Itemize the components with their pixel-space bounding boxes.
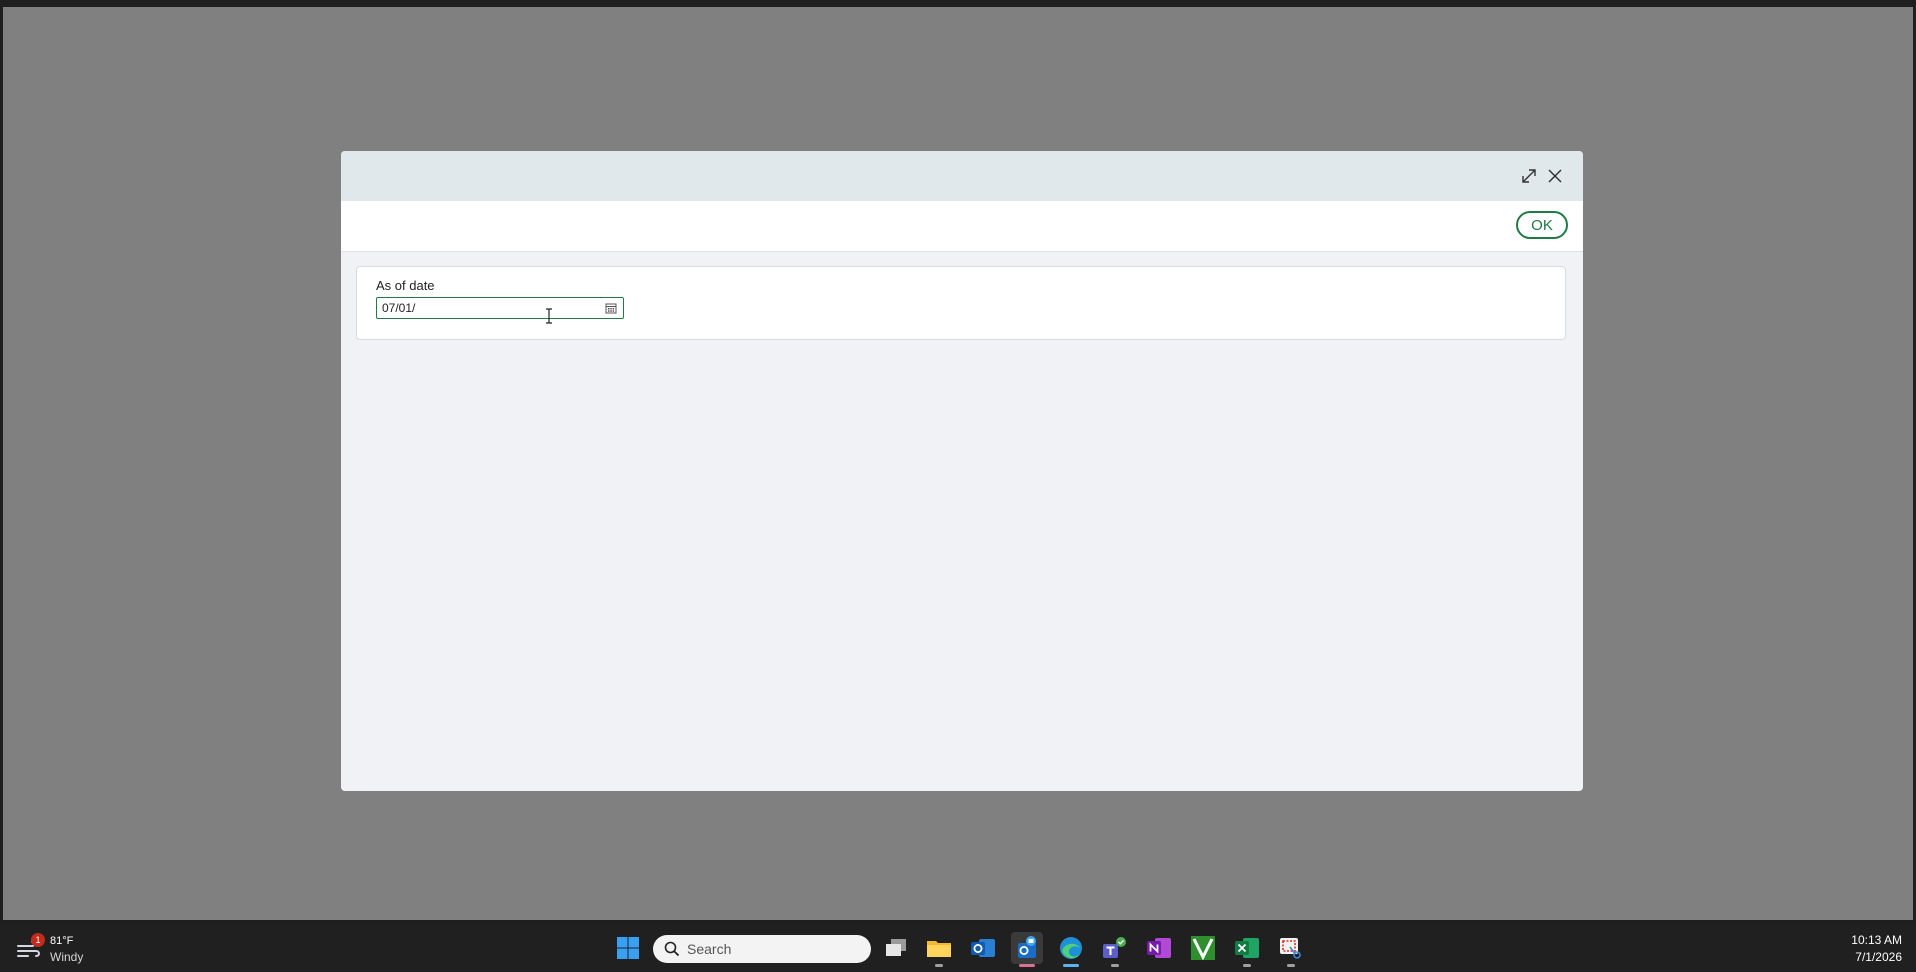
expand-icon xyxy=(1522,169,1536,183)
search-input[interactable] xyxy=(687,940,857,958)
clock-date: 7/1/2026 xyxy=(1855,950,1902,964)
start-icon xyxy=(617,937,639,959)
edge-icon xyxy=(1060,937,1082,959)
teams-icon xyxy=(1103,937,1126,958)
as-of-date-label: As of date xyxy=(376,278,435,293)
teams-button[interactable] xyxy=(1099,932,1131,967)
task-view-button[interactable] xyxy=(880,932,912,964)
weather-badge: 1 xyxy=(31,933,45,947)
snipping-tool-button[interactable] xyxy=(1275,932,1307,967)
action-bar: OK xyxy=(341,201,1583,252)
calendar-button[interactable] xyxy=(604,301,618,315)
start-button[interactable] xyxy=(612,932,644,964)
dialog-header xyxy=(341,151,1583,201)
outlook-new-icon xyxy=(1018,936,1036,958)
file-explorer-button[interactable] xyxy=(923,932,955,967)
onenote-button[interactable] xyxy=(1143,932,1175,964)
snipping-tool-indicator xyxy=(1287,964,1295,967)
expand-button[interactable] xyxy=(1517,164,1541,188)
snipping-tool-icon xyxy=(1280,938,1301,959)
vim-icon xyxy=(1191,936,1215,961)
taskbar-search[interactable] xyxy=(653,935,871,963)
outlook-icon xyxy=(971,939,995,957)
taskbar: 1 81°F Windy Search 10:13 AM 7/1/2026 xyxy=(0,924,1916,972)
calendar-icon xyxy=(605,303,617,314)
system-clock[interactable]: 10:13 AM 7/1/2026 xyxy=(1851,932,1902,966)
task-view-icon xyxy=(886,939,906,956)
as-of-date-field[interactable] xyxy=(376,297,624,319)
excel-icon xyxy=(1235,938,1259,958)
outlook-new-indicator xyxy=(1019,964,1035,967)
weather-condition: Windy xyxy=(50,950,84,964)
weather-temp: 81°F xyxy=(50,935,74,947)
edge-indicator xyxy=(1063,964,1079,967)
ok-button[interactable]: OK xyxy=(1516,211,1568,239)
vim-button[interactable] xyxy=(1187,932,1219,964)
close-button[interactable] xyxy=(1543,164,1567,188)
excel-button[interactable] xyxy=(1231,932,1263,967)
text-cursor-icon xyxy=(546,308,552,324)
file-explorer-indicator xyxy=(935,964,943,967)
desktop-overlay: OK As of date xyxy=(3,7,1913,920)
excel-indicator xyxy=(1243,964,1251,967)
dialog-window: OK As of date xyxy=(341,151,1583,791)
search-icon xyxy=(664,941,680,957)
file-explorer-icon xyxy=(927,941,951,957)
outlook-new-button[interactable] xyxy=(1011,932,1043,967)
edge-button[interactable] xyxy=(1055,932,1087,967)
onenote-icon xyxy=(1147,938,1171,958)
teams-indicator xyxy=(1111,964,1119,967)
outlook-button[interactable] xyxy=(967,932,999,964)
close-icon xyxy=(1548,169,1562,183)
filter-card: As of date xyxy=(356,266,1566,340)
clock-time: 10:13 AM xyxy=(1851,933,1902,947)
as-of-date-input[interactable] xyxy=(382,300,592,316)
weather-widget[interactable]: 1 81°F Windy xyxy=(14,932,124,966)
